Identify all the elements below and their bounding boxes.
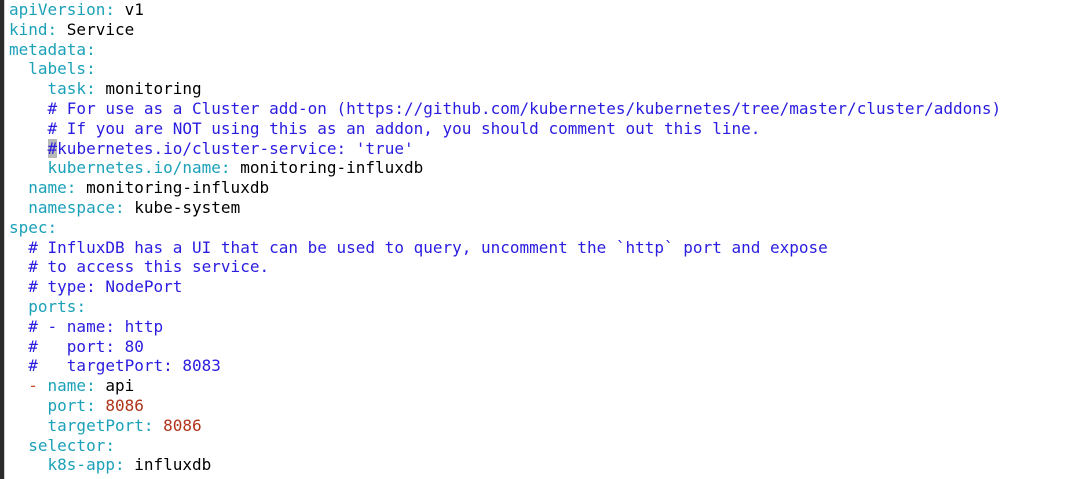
yaml-value: monitoring-influxdb [86,178,270,198]
yaml-comment: # InfluxDB has a UI that can be used to … [28,237,828,257]
yaml-key: apiVersion [9,0,106,19]
yaml-separator: : [114,455,135,475]
yaml-key: namespace [28,197,115,217]
yaml-number: 8086 [105,395,144,415]
yaml-separator: : [86,39,96,59]
yaml-comment: kubernetes.io/cluster-service: 'true' [57,138,414,158]
yaml-value: kube-system [134,197,241,217]
yaml-separator: : [86,395,106,415]
yaml-comment: # port: 80 [28,336,144,356]
yaml-comment: # targetPort: 8083 [28,356,221,376]
yaml-value: v1 [124,0,144,19]
yaml-comment: # to access this service. [28,257,270,277]
yaml-key: targetPort [47,415,144,435]
code-line: # type: NodePort [9,277,1073,297]
yaml-value: monitoring-influxdb [240,158,424,178]
yaml-separator: : [105,0,125,19]
yaml-key: metadata [9,39,87,59]
yaml-value: api [105,376,135,396]
yaml-separator: : [105,435,115,455]
code-line: apiVersion: v1 [9,0,1073,20]
code-line: ports: [9,297,1073,317]
yaml-comment: # type: NodePort [28,277,183,297]
code-line: # For use as a Cluster add-on (https://g… [9,99,1073,119]
code-line: - name: api [9,376,1073,396]
yaml-key: k8s-app [47,455,115,475]
yaml-key: ports [28,296,77,316]
yaml-separator: : [86,376,106,396]
code-line: k8s-app: influxdb [9,455,1073,475]
yaml-key: task [47,79,87,99]
code-line: spec: [9,218,1073,238]
code-line: port: 8086 [9,396,1073,416]
yaml-value: monitoring [105,79,202,99]
yaml-document[interactable]: apiVersion: v1 kind: Service metadata: lab… [5,0,1073,475]
yaml-comment: # - name: http [28,316,164,336]
text-cursor[interactable]: # [47,138,58,158]
code-editor[interactable]: apiVersion: v1 kind: Service metadata: lab… [4,0,1073,479]
code-line: # InfluxDB has a UI that can be used to … [9,238,1073,258]
code-line: # If you are NOT using this as an addon,… [9,119,1073,139]
yaml-separator: : [47,19,67,39]
yaml-value: influxdb [134,455,212,475]
list-dash: - [28,376,48,396]
code-line: # port: 80 [9,337,1073,357]
code-line: namespace: kube-system [9,198,1073,218]
code-line: selector: [9,436,1073,456]
yaml-separator: : [143,415,164,435]
code-line: name: monitoring-influxdb [9,178,1073,198]
yaml-key: kind [9,19,48,39]
code-line: # to access this service. [9,257,1073,277]
yaml-separator: : [114,197,135,217]
yaml-key: name [47,376,87,396]
code-line: # targetPort: 8083 [9,356,1073,376]
yaml-separator: : [66,178,87,198]
code-line: labels: [9,59,1073,79]
yaml-separator: : [76,296,87,316]
code-line: metadata: [9,40,1073,60]
code-line: task: monitoring [9,79,1073,99]
code-line: kind: Service [9,20,1073,40]
yaml-separator: : [86,59,96,79]
yaml-key: port [47,395,87,415]
code-line: # - name: http [9,317,1073,337]
yaml-separator: : [220,158,241,178]
yaml-key: spec [9,217,48,237]
yaml-key: selector [28,435,106,455]
yaml-number: 8086 [163,415,202,435]
yaml-comment: # For use as a Cluster add-on (https://g… [47,98,1002,118]
yaml-key: labels [28,59,87,79]
yaml-separator: : [47,217,58,237]
code-line: targetPort: 8086 [9,416,1073,436]
yaml-separator: : [86,79,106,99]
yaml-comment: # If you are NOT using this as an addon,… [47,118,761,138]
yaml-key: kubernetes.io/name [47,158,221,178]
yaml-key: name [28,178,67,198]
code-line: kubernetes.io/name: monitoring-influxdb [9,158,1073,178]
code-line-with-cursor: #kubernetes.io/cluster-service: 'true' [9,138,1073,159]
yaml-value: Service [66,19,135,39]
